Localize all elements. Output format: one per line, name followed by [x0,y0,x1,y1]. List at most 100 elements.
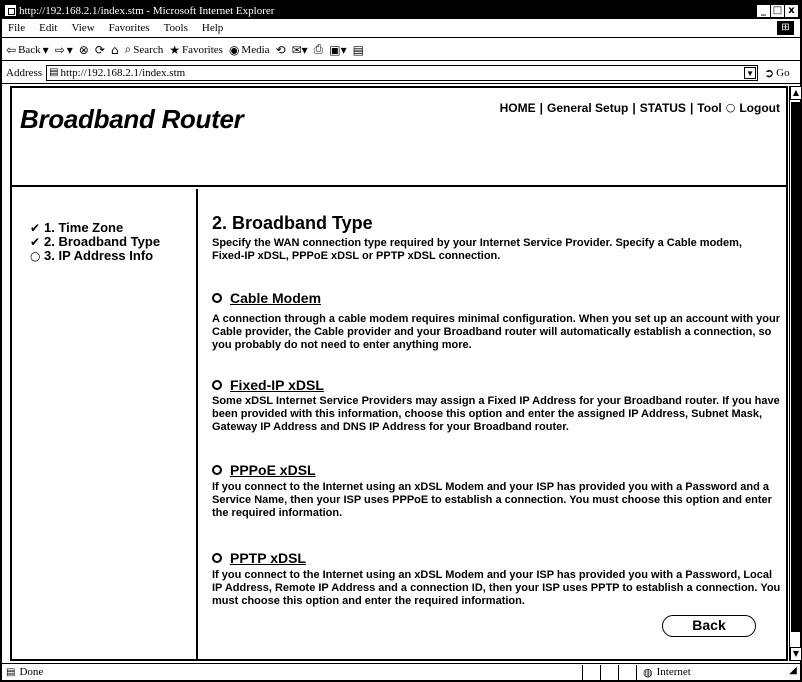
address-url: http://192.168.2.1/index.stm [60,66,186,79]
intro-text: Specify the WAN connection type required… [212,237,742,262]
nav-separator: | [632,101,636,115]
brand-title: Broadband Router [20,104,244,134]
status-panels: ◍ Internet ◢ [582,664,800,680]
radio-empty-icon[interactable] [212,553,222,563]
menu-edit[interactable]: Edit [39,22,57,34]
resize-grip-icon[interactable]: ◢ [786,665,800,680]
status-panel [618,664,636,680]
radio-empty-icon[interactable] [212,380,222,390]
search-label: Search [133,43,164,56]
option-label[interactable]: Cable Modem [230,290,321,306]
media-label: Media [241,43,270,56]
nav-tool[interactable]: Tool [697,101,721,115]
chevron-down-icon: ▾ [42,42,49,57]
status-panel [582,664,600,680]
globe-icon: ◍ [643,665,653,679]
address-bar: Address ▤ http://192.168.2.1/index.stm ▼… [2,62,800,84]
forward-toolbar-button[interactable]: ⇨ ▾ [55,43,73,57]
menu-file[interactable]: File [8,22,25,34]
refresh-icon[interactable]: ⟳ [95,43,105,57]
menu-help[interactable]: Help [202,22,223,34]
step-broadband-type: ✔ 2. Broadband Type [30,234,160,249]
step-label: 1. Time Zone [44,220,124,235]
address-label: Address [6,66,43,79]
option-description: A connection through a cable modem requi… [212,313,780,351]
mail-icon[interactable]: ✉▾ [292,43,308,57]
option-label[interactable]: Fixed-IP xDSL [230,377,324,393]
option-pppoe-xdsl[interactable]: PPPoE xDSL [212,462,316,478]
menu-favorites[interactable]: Favorites [109,22,150,34]
star-icon: ★ [169,42,180,57]
history-icon[interactable]: ⟲ [276,43,286,57]
address-input[interactable]: ▤ http://192.168.2.1/index.stm ▼ [46,64,759,81]
go-label: Go [776,66,790,79]
status-text-area: ▤ Done [6,666,582,678]
scroll-up-icon[interactable]: ▲ [790,86,802,100]
maximize-button[interactable]: □ [771,4,784,17]
step-ip-address-info: ○ 3. IP Address Info [30,248,153,263]
option-fixed-ip-xdsl[interactable]: Fixed-IP xDSL [212,377,324,393]
page-content: Broadband Router HOME | General Setup | … [10,86,788,661]
step-label: 3. IP Address Info [44,248,154,263]
wizard-steps-sidebar: ✔ 1. Time Zone ✔ 2. Broadband Type ○ 3. … [12,189,198,659]
status-text: Done [19,666,44,678]
option-cable-modem[interactable]: Cable Modem [212,290,321,306]
media-icon: ◉ [228,42,240,57]
radio-empty-icon: ○ [30,248,41,263]
chevron-down-icon[interactable]: ▼ [744,66,757,79]
print-icon[interactable]: ⎙ [314,42,324,57]
option-description: Some xDSL Internet Service Providers may… [212,395,780,433]
home-icon[interactable]: ⌂ [111,43,119,57]
ie-page-icon [5,5,16,16]
option-description: If you connect to the Internet using an … [212,481,772,519]
minimize-button[interactable]: _ [757,4,770,17]
back-button[interactable]: Back [662,615,756,637]
page-icon: ▤ [6,666,16,678]
page-icon: ▤ [49,67,59,78]
menu-tools[interactable]: Tools [164,22,188,34]
favorites-label: Favorites [181,43,223,56]
option-label[interactable]: PPPoE xDSL [230,462,316,478]
nav-separator: | [689,101,694,115]
discuss-icon[interactable]: ▤ [353,43,364,57]
back-label: Back [18,43,41,56]
go-button[interactable]: ➲ Go [764,66,790,80]
forward-arrow-icon: ⇨ [54,42,65,57]
nav-home[interactable]: HOME [500,101,536,115]
radio-empty-icon[interactable] [212,465,222,475]
search-icon: ⌕ [124,42,132,56]
status-bar: ▤ Done ◍ Internet ◢ [2,663,800,680]
browser-window: http://192.168.2.1/index.stm - Microsoft… [0,0,802,682]
window-title: http://192.168.2.1/index.stm - Microsoft… [19,4,275,17]
scroll-down-icon[interactable]: ▼ [790,647,802,661]
radio-empty-icon[interactable] [212,293,222,303]
edit-icon[interactable]: ▣▾ [329,43,346,57]
option-label[interactable]: PPTP xDSL [230,550,306,566]
top-nav: HOME | General Setup | STATUS | Tool ○ L… [500,101,780,115]
status-panel [600,664,618,680]
stop-icon[interactable]: ⊗ [79,43,89,57]
logout-circle-icon: ○ [725,101,736,114]
option-pptp-xdsl[interactable]: PPTP xDSL [212,550,306,566]
close-button[interactable]: x [785,4,798,17]
nav-logout[interactable]: Logout [739,101,780,115]
security-zone: ◍ Internet [636,664,786,680]
media-toolbar-button[interactable]: ◉ Media [229,43,270,57]
menu-view[interactable]: View [71,22,94,34]
windows-logo-icon: ⊞ [777,21,794,35]
scroll-thumb[interactable] [791,102,801,632]
chevron-down-icon: ▾ [66,42,73,57]
step-label: 2. Broadband Type [44,234,161,249]
nav-status[interactable]: STATUS [640,101,686,115]
favorites-toolbar-button[interactable]: ★ Favorites [169,43,223,57]
nav-general-setup[interactable]: General Setup [547,101,628,115]
back-toolbar-button[interactable]: ⇦ Back ▾ [6,43,49,57]
back-arrow-icon: ⇦ [6,42,17,57]
window-controls: _ □ x [757,4,798,17]
search-toolbar-button[interactable]: ⌕ Search [125,42,164,57]
checkmark-icon: ✔ [30,220,41,235]
go-arrow-icon: ➲ [764,65,775,80]
vertical-scrollbar[interactable]: ▲ ▼ [789,86,802,661]
nav-separator: | [539,101,543,115]
menu-bar: File Edit View Favorites Tools Help ⊞ [2,19,800,38]
